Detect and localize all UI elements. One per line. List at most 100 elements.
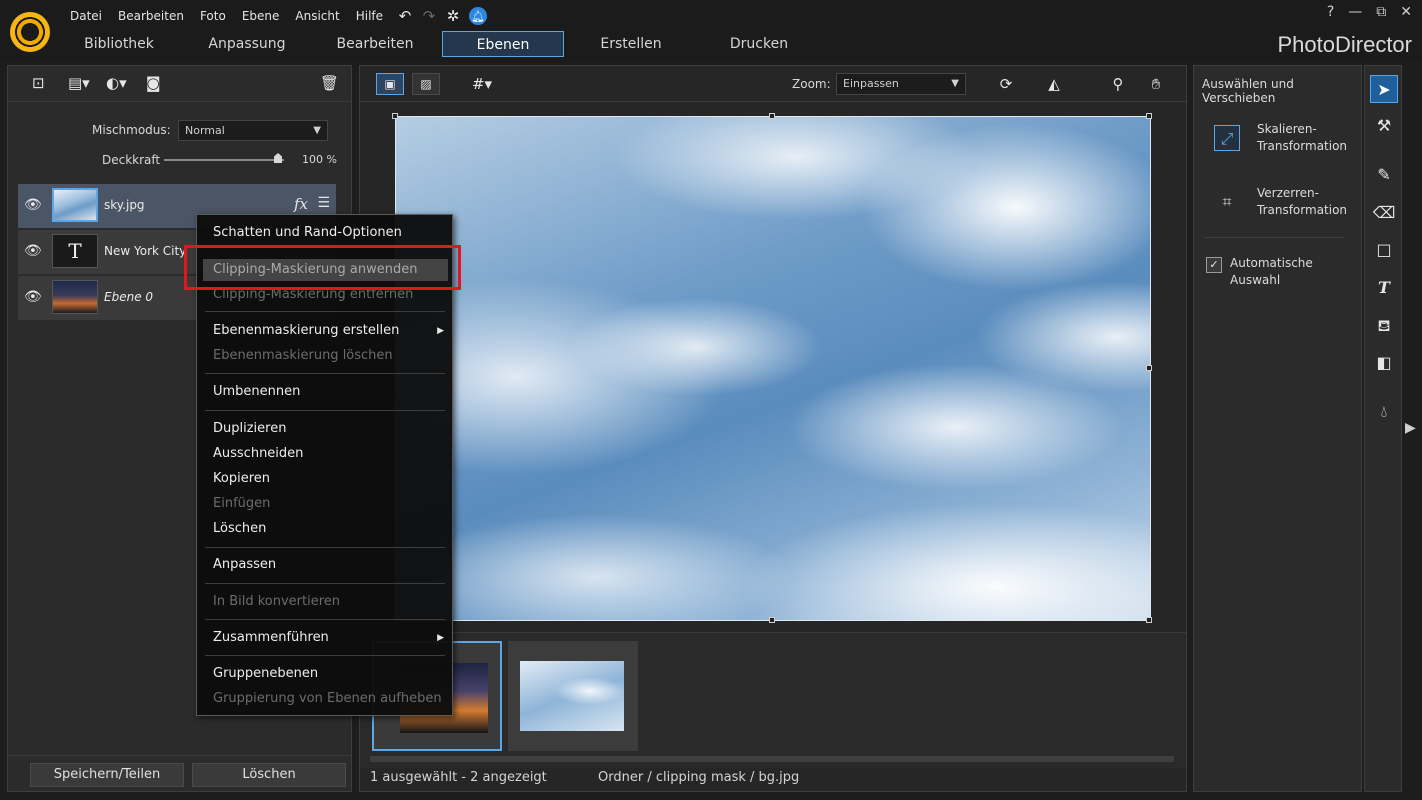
collapse-right-icon[interactable]: ▶ bbox=[1405, 420, 1416, 436]
brush-icon[interactable]: ✎ bbox=[1370, 161, 1398, 189]
ctx-adjust[interactable]: Anpassen bbox=[197, 554, 452, 576]
zoom-icon[interactable]: ⚲ bbox=[1102, 73, 1134, 95]
grid-icon[interactable]: #▾ bbox=[466, 73, 498, 95]
tab-drucken[interactable]: Drucken bbox=[698, 31, 820, 57]
menu-datei[interactable]: Datei bbox=[62, 6, 110, 26]
filmstrip bbox=[360, 632, 1186, 768]
ctx-shadow-border-options[interactable]: Schatten und Rand-Optionen bbox=[197, 222, 452, 244]
ctx-rename[interactable]: Umbenennen bbox=[197, 381, 452, 403]
gradient-icon[interactable]: ◧ bbox=[1370, 349, 1398, 377]
transform-handle[interactable] bbox=[1146, 365, 1152, 371]
chevron-down-icon: ▼ bbox=[951, 78, 959, 89]
fx-icon[interactable]: fx bbox=[294, 195, 308, 213]
trash-icon[interactable]: 🗑︎ bbox=[320, 74, 339, 92]
zoom-select[interactable]: Einpassen ▼ bbox=[836, 73, 966, 95]
blend-mode-select[interactable]: Normal ▼ bbox=[178, 120, 328, 141]
tab-bearbeiten[interactable]: Bearbeiten bbox=[314, 31, 436, 57]
help-button[interactable]: ? bbox=[1327, 4, 1334, 20]
rotate-icon[interactable]: ⟳ bbox=[990, 73, 1022, 95]
text-tool-icon[interactable]: T bbox=[1370, 274, 1398, 302]
filmstrip-scrollbar[interactable] bbox=[370, 756, 1174, 762]
ctx-paste: Einfügen bbox=[213, 496, 271, 511]
minimize-button[interactable]: — bbox=[1348, 4, 1362, 20]
single-view-button[interactable]: ▣ bbox=[376, 73, 404, 95]
compare-view-button[interactable]: ▨ bbox=[412, 73, 440, 95]
opacity-value: 100 % bbox=[302, 153, 337, 166]
restore-button[interactable]: ⧉ bbox=[1376, 4, 1386, 20]
menu-ansicht[interactable]: Ansicht bbox=[287, 6, 347, 26]
smart-brush-icon[interactable]: ⚒ bbox=[1370, 112, 1398, 140]
flip-icon[interactable]: ◭ bbox=[1038, 73, 1070, 95]
eye-icon[interactable]: 👁︎ bbox=[24, 243, 42, 259]
eraser-icon[interactable]: ⌫ bbox=[1370, 199, 1398, 227]
ctx-ungroup-layers: Gruppierung von Ebenen aufheben bbox=[213, 691, 442, 706]
distort-transform-label-line2: Transformation bbox=[1257, 203, 1348, 217]
divider bbox=[1204, 237, 1344, 238]
distort-transform-label: Verzerren- Transformation bbox=[1257, 185, 1347, 219]
ctx-group-layers[interactable]: Gruppenebenen bbox=[197, 663, 452, 685]
transform-handle[interactable] bbox=[1146, 113, 1152, 119]
add-layer-icon[interactable]: ⊡ bbox=[32, 74, 45, 92]
ctx-create-layer-mask-label: Ebenenmaskierung erstellen bbox=[213, 323, 400, 338]
window-controls: ? — ⧉ ✕ bbox=[1327, 4, 1412, 20]
layer-name: Ebene 0 bbox=[104, 290, 154, 304]
ctx-delete[interactable]: Löschen bbox=[197, 518, 452, 540]
scale-transform-label-line1: Skalieren- bbox=[1257, 122, 1317, 136]
menu-bearbeiten[interactable]: Bearbeiten bbox=[110, 6, 192, 26]
distort-transform-icon[interactable]: ⌗ bbox=[1214, 189, 1240, 215]
adjust-icon[interactable]: ☰ bbox=[317, 195, 330, 211]
tab-erstellen[interactable]: Erstellen bbox=[570, 31, 692, 57]
mask-icon[interactable]: ◙ bbox=[146, 74, 161, 92]
close-button[interactable]: ✕ bbox=[1400, 4, 1412, 20]
menu-bar: Datei Bearbeiten Foto Ebene Ansicht Hilf… bbox=[62, 6, 488, 26]
redo-icon[interactable]: ↷ bbox=[419, 6, 439, 26]
properties-panel: Auswählen und Verschieben ⤢ Skalieren- T… bbox=[1193, 65, 1362, 792]
photo-canvas[interactable] bbox=[395, 116, 1151, 621]
notification-icon[interactable]: 🔔︎ bbox=[469, 7, 488, 25]
hand-icon[interactable]: ✋︎ bbox=[1140, 73, 1172, 95]
transform-handle[interactable] bbox=[769, 617, 775, 623]
layer-menu-icon[interactable]: ▤▾ bbox=[68, 74, 90, 92]
delete-button[interactable]: Löschen bbox=[192, 763, 346, 787]
filmstrip-item-sky[interactable] bbox=[508, 641, 638, 751]
fill-icon[interactable]: ⛾ bbox=[1370, 312, 1398, 340]
transform-handle[interactable] bbox=[1146, 617, 1152, 623]
droplet-icon[interactable]: 💧︎ bbox=[1370, 398, 1398, 426]
menu-hilfe[interactable]: Hilfe bbox=[348, 6, 391, 26]
canvas-toolbar: ▣ ▨ #▾ Zoom: Einpassen ▼ ⟳ ◭ ⚲ ✋︎ bbox=[360, 66, 1186, 102]
menu-foto[interactable]: Foto bbox=[192, 6, 234, 26]
main-tabs: Bibliothek Anpassung Bearbeiten Ebenen E… bbox=[58, 31, 826, 57]
select-arrow-icon[interactable]: ➤ bbox=[1370, 75, 1398, 103]
distort-transform-option[interactable]: ⌗ Verzerren- Transformation bbox=[1214, 185, 1354, 225]
menu-divider bbox=[205, 655, 445, 656]
undo-icon[interactable]: ↶ bbox=[395, 6, 415, 26]
transform-handle[interactable] bbox=[392, 113, 398, 119]
eye-icon[interactable]: 👁︎ bbox=[24, 289, 42, 305]
ctx-merge[interactable]: Zusammenführen ▶ bbox=[197, 627, 452, 649]
chevron-down-icon: ▼ bbox=[313, 125, 321, 136]
settings-icon[interactable]: ✲ bbox=[443, 6, 463, 26]
ctx-create-layer-mask[interactable]: Ebenenmaskierung erstellen ▶ bbox=[197, 320, 452, 342]
eye-icon[interactable]: 👁︎ bbox=[24, 197, 42, 213]
auto-select-checkbox[interactable]: ✓ bbox=[1206, 257, 1222, 273]
rectangle-icon[interactable]: □ bbox=[1370, 236, 1398, 264]
tab-anpassung[interactable]: Anpassung bbox=[186, 31, 308, 57]
ctx-cut[interactable]: Ausschneiden bbox=[197, 443, 452, 465]
ctx-duplicate[interactable]: Duplizieren bbox=[197, 418, 452, 440]
scale-transform-icon[interactable]: ⤢ bbox=[1214, 125, 1240, 151]
distort-transform-label-line1: Verzerren- bbox=[1257, 186, 1319, 200]
zoom-label: Zoom: bbox=[792, 77, 831, 91]
opacity-slider-handle[interactable] bbox=[274, 153, 282, 163]
highlight-annotation-box bbox=[184, 245, 461, 290]
adjustment-layer-icon[interactable]: ◐▾ bbox=[106, 74, 127, 92]
menu-ebene[interactable]: Ebene bbox=[234, 6, 288, 26]
transform-handle[interactable] bbox=[769, 113, 775, 119]
ctx-copy[interactable]: Kopieren bbox=[197, 468, 452, 490]
tab-ebenen[interactable]: Ebenen bbox=[442, 31, 564, 57]
scale-transform-option[interactable]: ⤢ Skalieren- Transformation bbox=[1214, 121, 1354, 161]
save-share-button[interactable]: Speichern/Teilen bbox=[30, 763, 184, 787]
layer-name: sky.jpg bbox=[104, 198, 145, 212]
opacity-slider[interactable] bbox=[164, 159, 284, 161]
canvas-area[interactable] bbox=[360, 103, 1186, 631]
tab-bibliothek[interactable]: Bibliothek bbox=[58, 31, 180, 57]
